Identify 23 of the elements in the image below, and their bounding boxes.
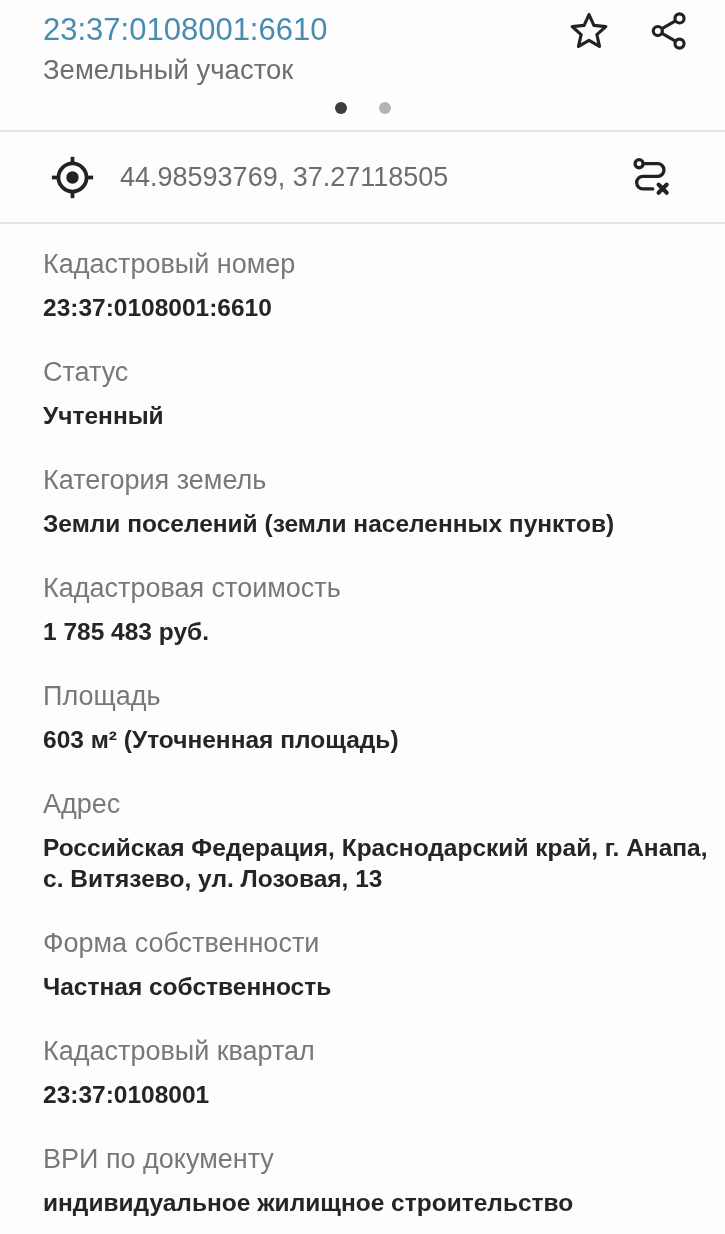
field-label: Адрес	[43, 788, 121, 820]
field-label: Кадастровый квартал	[43, 1035, 315, 1067]
field-value: 23:37:0108001:6610	[43, 292, 272, 323]
field-value: Земли поселений (земли населенных пунктов)	[43, 508, 615, 539]
field-label: Статус	[43, 356, 129, 388]
parcel-number-title: 23:37:0108001:6610	[43, 11, 328, 49]
field-value: индивидуальное жилищное строительство	[43, 1187, 574, 1218]
field-value: 23:37:0108001	[43, 1079, 210, 1110]
field-label: Форма собственности	[43, 927, 320, 959]
field-label: Кадастровая стоимость	[43, 572, 341, 604]
field-label: Категория земель	[43, 464, 267, 496]
object-type-label: Земельный участок	[43, 55, 294, 85]
coordinates-text: 44.98593769, 37.27118505	[120, 161, 449, 193]
field-value: Российская Федерация, Краснодарский край, г. Анапа, с. Витязево, ул. Лозовая, 13	[43, 832, 709, 894]
field-value: Частная собственность	[43, 971, 332, 1002]
crosshair-icon[interactable]	[50, 154, 95, 200]
field-value: 603 м² (Уточненная площадь)	[43, 724, 399, 755]
field-value: 1 785 483 руб.	[43, 616, 209, 647]
field-label: ВРИ по документу	[43, 1143, 274, 1175]
route-icon[interactable]	[630, 156, 672, 198]
field-value: Учтенный	[43, 400, 164, 431]
field-label: Площадь	[43, 680, 161, 712]
field-label: Кадастровый номер	[43, 248, 296, 280]
